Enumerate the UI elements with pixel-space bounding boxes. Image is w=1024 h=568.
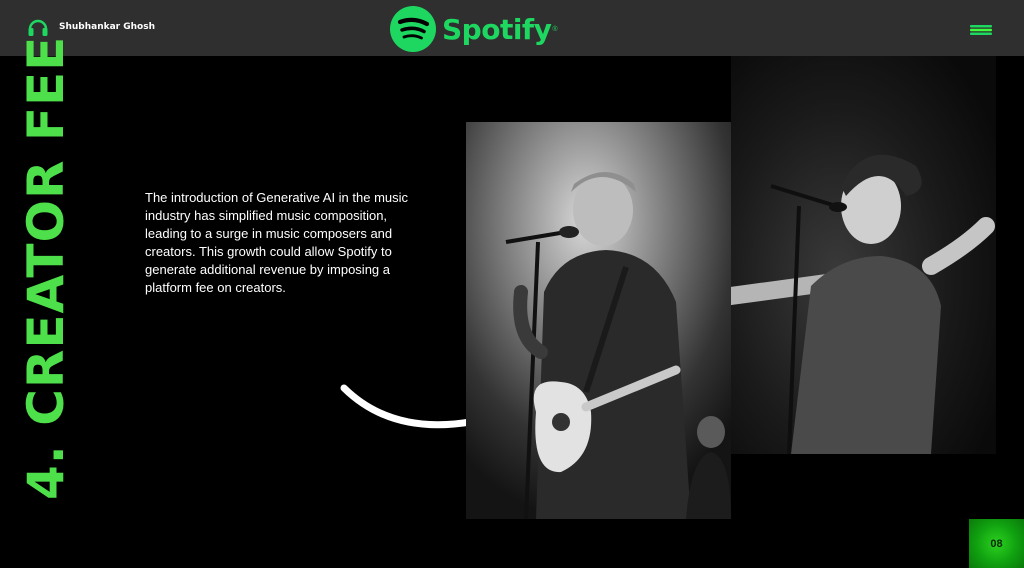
spotify-logo-icon [390,6,436,52]
slide-title: 4. CREATOR FEE [17,35,75,500]
slide-body-text: The introduction of Generative AI in the… [145,190,409,295]
menu-icon [970,25,992,35]
top-bar: Shubhankar Ghosh Spotify ® [0,0,1024,56]
logo-wordmark: Spotify [442,12,552,46]
registered-mark: ® [552,25,558,33]
guitarist-photo [466,122,731,519]
menu-button[interactable] [970,22,992,40]
author-name: Shubhankar Ghosh [59,22,155,32]
headphones-icon [28,19,48,36]
singer-photo [731,56,996,454]
author-block: Shubhankar Ghosh [27,17,155,37]
spotify-logo: Spotify ® [390,6,558,52]
page-number: 08 [969,519,1024,568]
